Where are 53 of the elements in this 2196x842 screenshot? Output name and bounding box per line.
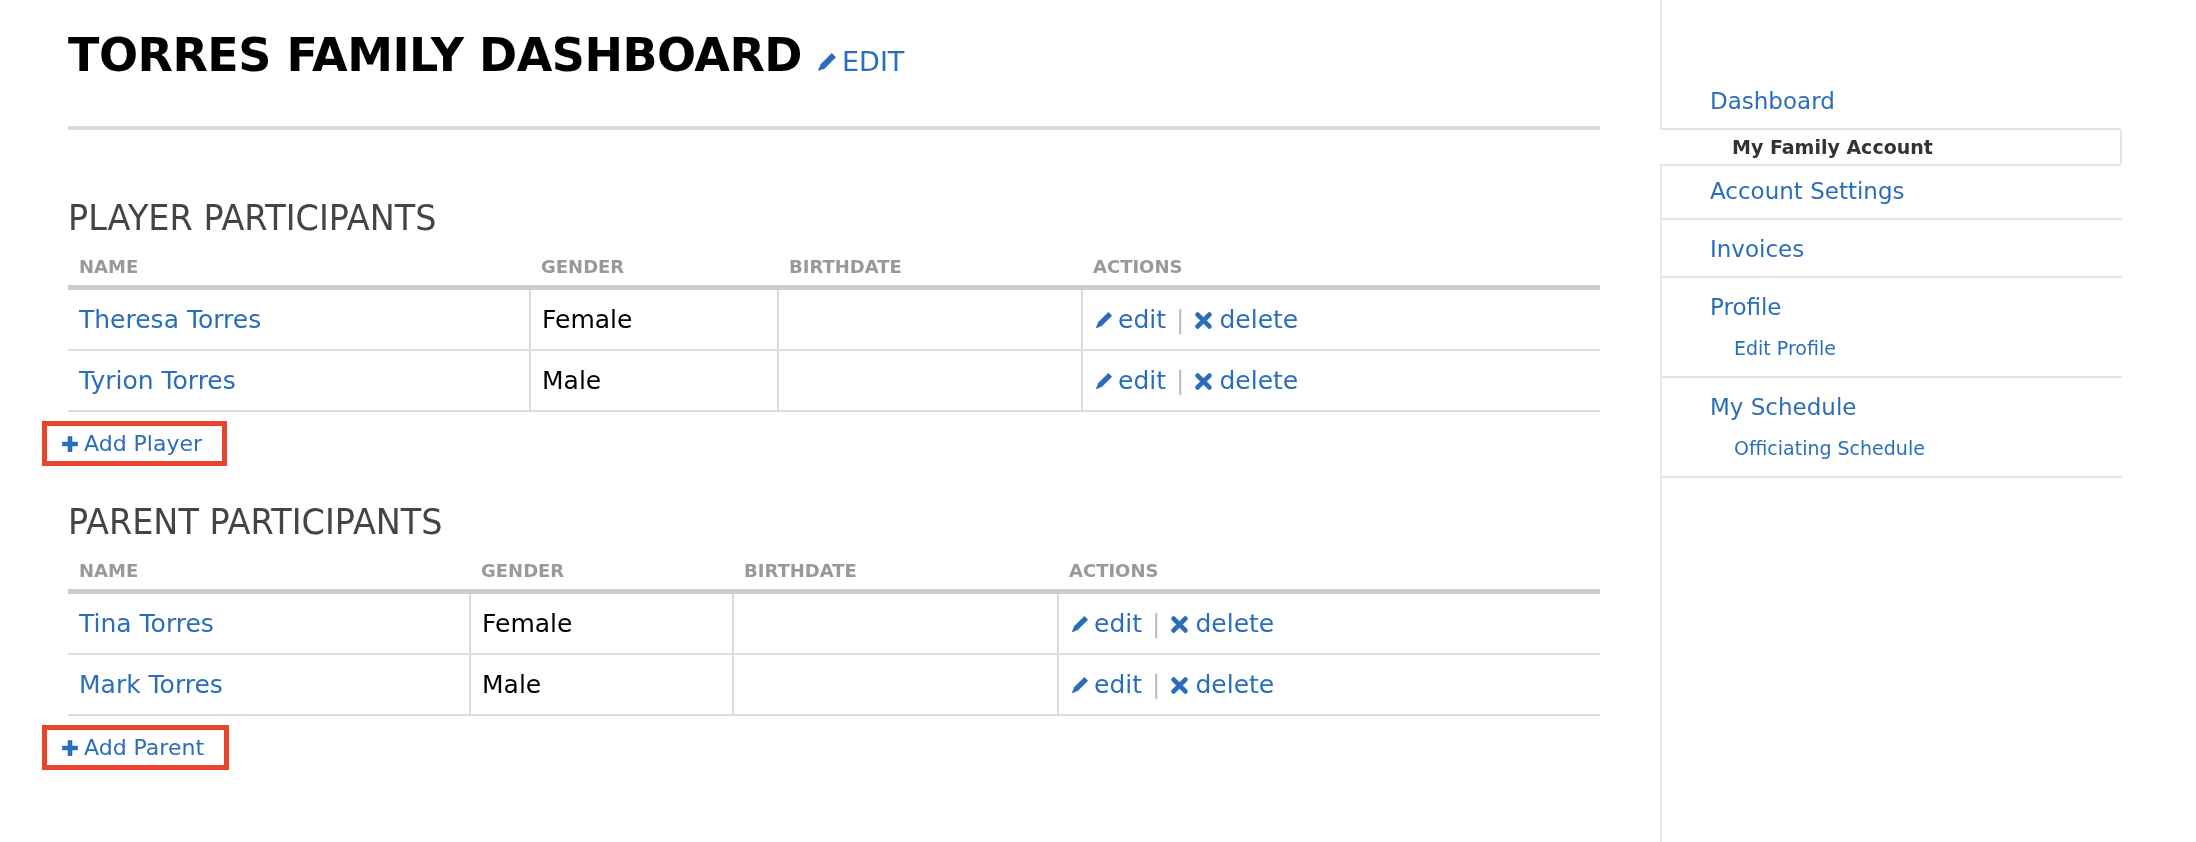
column-header: ACTIONS	[1082, 246, 1600, 288]
pencil-icon	[1070, 675, 1090, 695]
add-button[interactable]: Add Player	[42, 421, 228, 466]
separator-text: |	[1152, 609, 1161, 638]
sidebar-link[interactable]: Invoices	[1662, 232, 2122, 266]
column-header: NAME	[68, 550, 470, 592]
table-cell: Female	[470, 591, 733, 654]
delete-link[interactable]: delete	[1194, 305, 1299, 334]
section-heading: PARENT PARTICIPANTS	[68, 500, 444, 544]
sidebar-link[interactable]: Account Settings	[1662, 174, 2122, 208]
pencil-icon	[1094, 371, 1114, 391]
delete-link[interactable]: delete	[1170, 670, 1275, 699]
delete-link[interactable]: delete	[1170, 609, 1275, 638]
sidebar-link[interactable]: Officiating Schedule	[1662, 430, 2122, 466]
sidebar-link[interactable]: My Family Account	[1660, 128, 2122, 166]
section-heading: PLAYER PARTICIPANTS	[68, 196, 438, 240]
table-cell: Female	[530, 287, 778, 350]
pencil-icon	[1094, 310, 1114, 330]
participant-name-link[interactable]: Tyrion Torres	[79, 366, 236, 395]
column-header: NAME	[68, 246, 530, 288]
separator-text: |	[1176, 366, 1185, 395]
column-header: ACTIONS	[1058, 550, 1600, 592]
column-header: BIRTHDATE	[778, 246, 1082, 288]
participant-name-link[interactable]: Theresa Torres	[79, 305, 262, 334]
delete-link[interactable]: delete	[1194, 366, 1299, 395]
pencil-icon	[816, 51, 839, 73]
page-title: TORRES FAMILY DASHBOARD	[68, 28, 803, 82]
table-cell: Male	[530, 350, 778, 411]
plus-icon	[61, 434, 79, 453]
close-icon	[1170, 676, 1190, 695]
close-icon	[1194, 311, 1214, 330]
table-cell: Male	[470, 654, 733, 715]
plus-icon	[61, 738, 79, 757]
participant-name-link[interactable]: Mark Torres	[79, 670, 223, 699]
edit-link[interactable]: edit	[1094, 305, 1166, 334]
close-icon	[1170, 615, 1190, 634]
participant-name-link[interactable]: Tina Torres	[79, 609, 214, 638]
separator-text: |	[1176, 305, 1185, 334]
close-icon	[1194, 372, 1214, 391]
sidebar-link[interactable]: Dashboard	[1662, 84, 2122, 118]
sidebar-link[interactable]: My Schedule	[1662, 390, 2122, 424]
sidebar-link[interactable]: Profile	[1662, 290, 2122, 324]
separator-text: |	[1152, 670, 1161, 699]
edit-link[interactable]: edit	[1094, 366, 1166, 395]
column-header: BIRTHDATE	[733, 550, 1058, 592]
edit-link[interactable]: EDIT	[816, 46, 905, 77]
sidebar-link[interactable]: Edit Profile	[1662, 330, 2122, 366]
column-header: GENDER	[530, 246, 778, 288]
column-header: GENDER	[470, 550, 733, 592]
add-button[interactable]: Add Parent	[42, 725, 229, 770]
edit-link[interactable]: edit	[1070, 609, 1142, 638]
edit-link[interactable]: edit	[1070, 670, 1142, 699]
pencil-icon	[1070, 614, 1090, 634]
